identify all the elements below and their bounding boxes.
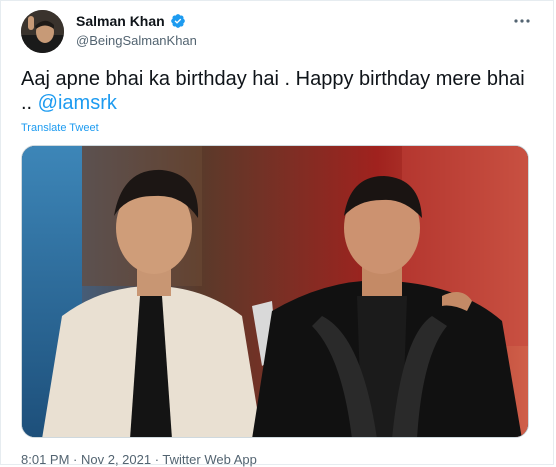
tweet-time[interactable]: 8:01 PM [21, 452, 69, 467]
tweet-date[interactable]: Nov 2, 2021 [81, 452, 151, 467]
tweet-source[interactable]: Twitter Web App [162, 452, 256, 467]
author-handle[interactable]: @BeingSalmanKhan [76, 33, 197, 48]
tweet-photo[interactable] [21, 145, 529, 438]
author-display-name[interactable]: Salman Khan [76, 13, 165, 29]
tweet-meta: 8:01 PM · Nov 2, 2021 · Twitter Web App [21, 452, 257, 467]
meta-separator: · [151, 452, 163, 467]
avatar[interactable] [21, 10, 64, 53]
tweet-card: Salman Khan @BeingSalmanKhan Aaj apne bh… [0, 0, 554, 467]
translate-tweet-link[interactable]: Translate Tweet [21, 122, 99, 134]
mention-link[interactable]: @iamsrk [38, 92, 117, 114]
author-name-row: Salman Khan [76, 13, 186, 29]
more-options-icon[interactable] [512, 11, 532, 31]
avatar-photo [21, 10, 64, 53]
tweet-text: Aaj apne bhai ka birthday hai . Happy bi… [21, 67, 531, 115]
verified-badge-icon [170, 13, 186, 29]
meta-separator: · [69, 452, 81, 467]
photo-two-men-on-stage-icon [22, 146, 528, 437]
